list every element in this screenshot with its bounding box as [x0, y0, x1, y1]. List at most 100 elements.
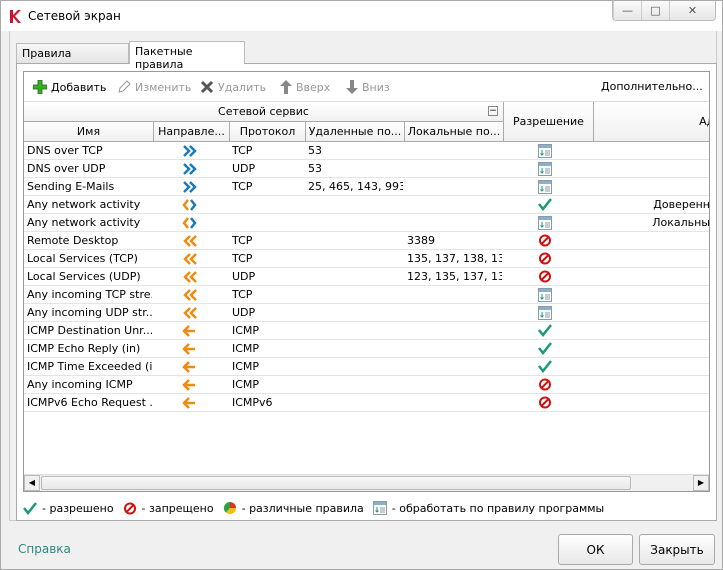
rule-name: Any network activity	[27, 198, 141, 211]
block-icon	[538, 270, 552, 286]
allow-check-icon	[538, 342, 552, 358]
group-header-label: Сетевой сервис	[218, 105, 309, 118]
minimize-button[interactable]: —	[613, 1, 641, 20]
allow-check-icon	[538, 360, 552, 376]
incoming-arrows-icon	[182, 271, 198, 286]
app-rule-icon	[538, 216, 552, 233]
rule-protocol: ICMP	[232, 378, 260, 391]
block-icon	[538, 252, 552, 268]
add-label: Добавить	[51, 80, 107, 94]
add-button[interactable]: Добавить	[33, 80, 106, 94]
rule-protocol: TCP	[232, 252, 253, 265]
app-rule-icon	[538, 180, 552, 197]
block-icon	[123, 502, 136, 514]
scroll-right-icon[interactable]: ▶	[693, 475, 709, 491]
column-name[interactable]: Имя	[24, 122, 154, 142]
table-row[interactable]: Any network activity Доверенн	[24, 196, 709, 214]
scroll-left-icon[interactable]: ◀	[24, 475, 40, 491]
table-row[interactable]: Any network activity Локальны	[24, 214, 709, 232]
column-local-ports[interactable]: Локальные по...	[405, 122, 504, 142]
column-address[interactable]: Адрес	[594, 102, 709, 142]
tab-program-rules[interactable]: Правила программ	[16, 43, 129, 73]
move-up-button[interactable]: Вверх	[280, 80, 330, 94]
close-window-button[interactable]: ✕	[669, 1, 715, 20]
help-link[interactable]: Справка	[18, 542, 71, 556]
table-row[interactable]: Any incoming TCP stre... TCP	[24, 286, 709, 304]
legend-block: - запрещено	[141, 501, 214, 515]
legend-allow: - разрешено	[42, 501, 114, 515]
rule-address: Доверенн	[653, 198, 710, 211]
rule-remote-ports: 53	[308, 162, 322, 175]
rule-name: ICMP Echo Reply (in)	[27, 342, 141, 355]
table-row[interactable]: DNS over TCP TCP 53	[24, 142, 709, 160]
mixed-rules-icon	[223, 501, 236, 515]
incoming-arrow-icon	[182, 325, 198, 340]
collapse-icon[interactable]: −	[488, 106, 498, 116]
column-permission[interactable]: Разрешение	[504, 102, 594, 142]
rule-protocol: ICMP	[232, 324, 260, 337]
column-direction[interactable]: Направле...	[154, 122, 230, 142]
table-row[interactable]: ICMP Time Exceeded (in) ICMP	[24, 358, 709, 376]
table-row[interactable]: ICMPv6 Echo Request ... ICMPv6	[24, 394, 709, 412]
ok-button[interactable]: ОК	[558, 534, 633, 565]
close-button[interactable]: Закрыть	[639, 534, 715, 565]
kaspersky-logo-icon	[9, 10, 21, 23]
scroll-thumb[interactable]	[41, 476, 631, 490]
incoming-arrow-icon	[182, 379, 198, 394]
outgoing-arrows-icon	[182, 145, 198, 160]
table-row[interactable]: ICMP Echo Reply (in) ICMP	[24, 340, 709, 358]
tab-packet-rules[interactable]: Пакетные правила	[129, 41, 245, 71]
delete-button[interactable]: Удалить	[200, 80, 266, 94]
maximize-button[interactable]: □	[641, 1, 669, 20]
table-row[interactable]: Sending E-Mails TCP 25, 465, 143, 993	[24, 178, 709, 196]
column-protocol[interactable]: Протокол	[230, 122, 306, 142]
rule-name: DNS over TCP	[27, 144, 103, 157]
app-rule-icon	[538, 306, 552, 323]
pencil-icon	[118, 80, 131, 93]
legend-mixed: - различные правила	[241, 501, 364, 515]
more-button[interactable]: Дополнительно...	[601, 80, 703, 93]
rule-name: ICMPv6 Echo Request ...	[27, 396, 152, 409]
incoming-arrow-icon	[182, 361, 198, 376]
block-icon	[538, 234, 552, 250]
rule-name: Any incoming ICMP	[27, 378, 133, 391]
rule-name: Any network activity	[27, 216, 141, 229]
table-row[interactable]: Remote Desktop TCP 3389	[24, 232, 709, 250]
block-icon	[538, 378, 552, 394]
rule-protocol: TCP	[232, 288, 253, 301]
table-row[interactable]: Local Services (UDP) UDP 123, 135, 137, 13…	[24, 268, 709, 286]
legend: - разрешено - запрещено - различные прав…	[23, 501, 604, 515]
allow-check-icon	[23, 501, 37, 515]
allow-check-icon	[538, 198, 552, 214]
packet-rules-list: Добавить Изменить Удалить Вверх Вниз Доп…	[23, 71, 710, 492]
rule-protocol: UDP	[232, 162, 256, 175]
rule-name: ICMP Destination Unr...	[27, 324, 152, 337]
table-row[interactable]: Any incoming ICMP ICMP	[24, 376, 709, 394]
edit-button[interactable]: Изменить	[117, 80, 191, 94]
table-row[interactable]: DNS over UDP UDP 53	[24, 160, 709, 178]
incoming-arrows-icon	[182, 289, 198, 304]
outgoing-arrows-icon	[182, 181, 198, 196]
move-down-button[interactable]: Вниз	[346, 80, 390, 94]
rule-protocol: ICMP	[232, 360, 260, 373]
delete-label: Удалить	[218, 80, 267, 94]
rule-name: ICMP Time Exceeded (in)	[27, 360, 152, 373]
down-label: Вниз	[362, 80, 390, 94]
incoming-arrow-icon	[182, 397, 198, 412]
arrow-down-icon	[346, 80, 358, 94]
outgoing-arrows-icon	[182, 163, 198, 178]
bidirectional-arrows-icon	[182, 217, 198, 232]
rule-protocol: ICMP	[232, 342, 260, 355]
rule-name: Any incoming UDP str...	[27, 306, 152, 319]
table-row[interactable]: ICMP Destination Unr... ICMP	[24, 322, 709, 340]
rule-name: Sending E-Mails	[27, 180, 115, 193]
horizontal-scrollbar[interactable]: ◀ ▶	[24, 474, 709, 491]
toolbar: Добавить Изменить Удалить Вверх Вниз Доп…	[24, 72, 709, 102]
app-rule-icon	[538, 162, 552, 179]
rule-local-ports: 135, 137, 138, 13...	[407, 252, 502, 265]
column-remote-ports[interactable]: Удаленные по...	[306, 122, 405, 142]
table-row[interactable]: Any incoming UDP str... UDP	[24, 304, 709, 322]
table-row[interactable]: Local Services (TCP) TCP 135, 137, 138, 13…	[24, 250, 709, 268]
rule-name: Local Services (UDP)	[27, 270, 141, 283]
edit-label: Изменить	[135, 80, 192, 94]
